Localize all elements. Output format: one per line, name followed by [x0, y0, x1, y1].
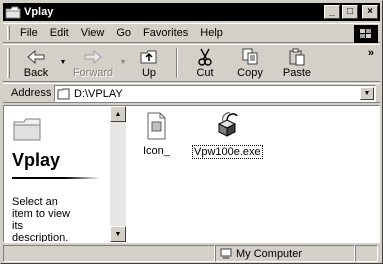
scissors-icon — [197, 48, 213, 66]
panel-divider — [12, 177, 100, 179]
panel-description: Select an item to view its description. — [12, 196, 71, 243]
menu-go[interactable]: Go — [110, 27, 137, 39]
status-bar: My Computer — [3, 245, 380, 263]
toolbar-grip[interactable] — [7, 48, 10, 78]
panel-folder-title: Vplay — [12, 150, 61, 170]
address-dropdown-icon[interactable]: ▼ — [360, 87, 374, 100]
forward-button[interactable]: Forward — [68, 45, 118, 81]
back-dropdown-icon[interactable]: ▼ — [58, 59, 68, 66]
menu-grip[interactable] — [7, 26, 10, 40]
folder-icon — [57, 88, 71, 100]
forward-arrow-icon — [83, 48, 103, 66]
toolbar-separator — [176, 48, 178, 78]
window-title: Vplay — [24, 6, 54, 18]
copy-icon — [241, 48, 259, 66]
copy-label: Copy — [237, 67, 263, 79]
up-folder-icon — [139, 48, 159, 66]
up-label: Up — [141, 67, 157, 79]
back-arrow-icon — [26, 48, 46, 66]
large-folder-icon — [12, 116, 44, 145]
file-item[interactable]: Vpw100e.exe — [192, 110, 263, 159]
back-label: Back — [23, 67, 49, 79]
maximize-icon: □ — [346, 6, 354, 17]
menu-help[interactable]: Help — [194, 27, 229, 39]
cut-label: Cut — [196, 67, 214, 79]
file-name: Icon_ — [143, 145, 170, 157]
toolbar-overflow-icon[interactable]: » — [368, 47, 374, 59]
folder-icon — [5, 5, 21, 19]
title-bar[interactable]: Vplay _ □ × — [3, 3, 380, 21]
windows-logo-icon — [354, 25, 378, 43]
cut-button[interactable]: Cut — [184, 45, 226, 81]
menu-favorites[interactable]: Favorites — [137, 27, 194, 39]
status-location: My Computer — [236, 247, 303, 260]
paste-label: Paste — [282, 67, 312, 79]
copy-button[interactable]: Copy — [226, 45, 274, 81]
menu-bar: File Edit View Go Favorites Help — [3, 23, 380, 43]
address-bar: Address D:\VPLAY ▼ — [3, 83, 380, 103]
close-icon: × — [367, 6, 373, 17]
resize-grip[interactable] — [355, 245, 378, 262]
back-button[interactable]: Back — [14, 45, 58, 81]
status-panel-zone: My Computer — [215, 245, 355, 262]
address-label: Address — [11, 87, 52, 99]
file-item[interactable]: Icon_ — [142, 112, 171, 157]
maximize-button[interactable]: □ — [342, 5, 358, 19]
computer-icon — [219, 248, 233, 260]
vertical-scrollbar[interactable]: ▲ ▼ — [110, 106, 126, 242]
web-view-panel: Vplay Select an item to view its descrip… — [4, 106, 110, 242]
close-button[interactable]: × — [362, 5, 378, 19]
address-field[interactable]: D:\VPLAY ▼ — [54, 85, 376, 102]
minimize-button[interactable]: _ — [324, 5, 340, 19]
menu-view[interactable]: View — [75, 27, 111, 39]
address-value: D:\VPLAY — [74, 87, 123, 100]
menu-edit[interactable]: Edit — [44, 27, 75, 39]
document-icon — [143, 112, 169, 143]
explorer-window: Vplay _ □ × File Edit View Go Favorites … — [0, 0, 383, 264]
up-button[interactable]: Up — [128, 45, 170, 81]
setup-box-icon — [213, 110, 241, 143]
scroll-down-icon[interactable]: ▼ — [110, 226, 126, 242]
menu-file[interactable]: File — [14, 27, 44, 39]
file-name: Vpw100e.exe — [192, 145, 263, 159]
standard-toolbar: Back ▼ Forward ▼ Up Cut Copy Paste » — [3, 44, 380, 82]
paste-button[interactable]: Paste — [274, 45, 320, 81]
folder-view: Vplay Select an item to view its descrip… — [3, 105, 380, 243]
scroll-up-icon[interactable]: ▲ — [110, 106, 126, 122]
forward-label: Forward — [72, 67, 114, 79]
clipboard-icon — [288, 48, 306, 66]
forward-dropdown-icon[interactable]: ▼ — [118, 59, 128, 66]
status-panel-left — [3, 245, 215, 262]
minimize-icon: _ — [329, 6, 335, 17]
